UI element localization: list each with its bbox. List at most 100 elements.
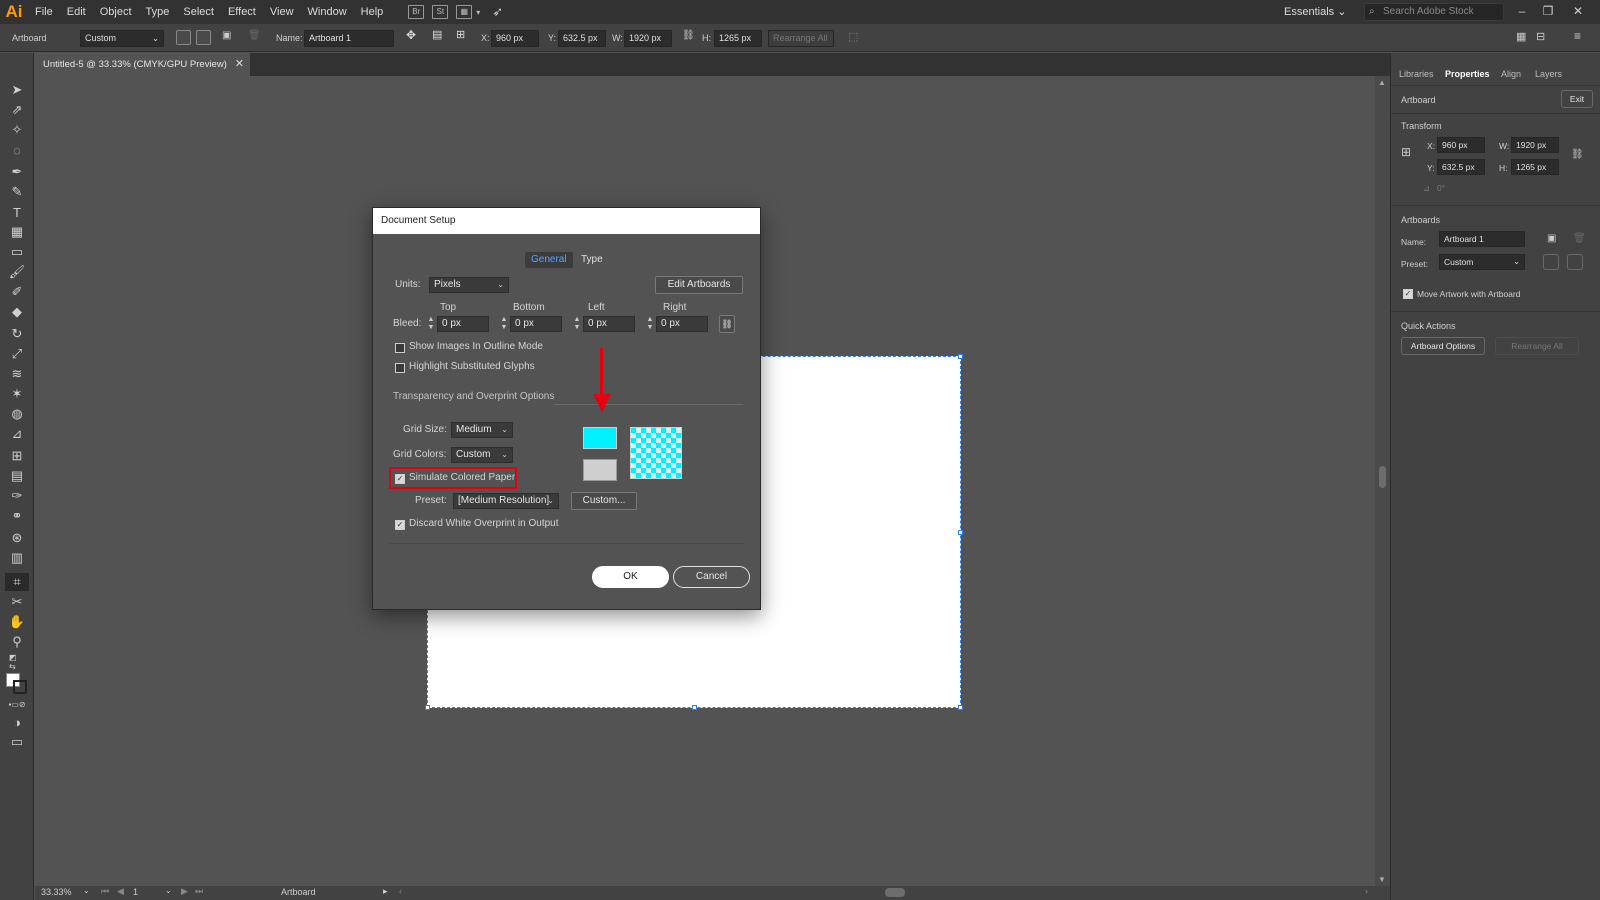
portrait-icon[interactable] — [176, 30, 191, 45]
stepper-icon[interactable]: ▲ ▼ — [646, 316, 654, 332]
paintbrush-tool-icon[interactable]: 🖌 — [9, 264, 26, 279]
bleed-bottom-field[interactable]: 0 px — [510, 316, 562, 332]
search-adobe-stock-input[interactable]: ⌕ Search Adobe Stock — [1364, 3, 1504, 21]
move-artwork-icon[interactable]: ✥ — [406, 28, 421, 43]
eyedropper-tool-icon[interactable]: ✑ — [9, 488, 25, 503]
units-select[interactable]: Pixels ⌄ — [429, 277, 509, 293]
artboard-handle[interactable] — [425, 705, 430, 710]
eraser-tool-icon[interactable]: ◆ — [9, 304, 25, 319]
stepper-icon[interactable]: ▲ ▼ — [500, 316, 508, 332]
scroll-up-icon[interactable]: ▲ — [1378, 78, 1386, 87]
landscape-icon[interactable] — [196, 30, 211, 45]
scroll-left-icon[interactable]: ‹ — [399, 886, 402, 896]
bleed-top-field[interactable]: 0 px — [437, 316, 489, 332]
horizontal-scrollbar-thumb[interactable] — [885, 888, 905, 897]
show-images-outline-checkbox[interactable] — [395, 343, 405, 353]
transform-y-field[interactable]: 632.5 px — [1437, 159, 1485, 175]
close-icon[interactable]: ✕ — [235, 53, 244, 76]
tab-properties[interactable]: Properties — [1445, 67, 1490, 81]
menu-window[interactable]: Window — [301, 0, 354, 24]
cancel-button[interactable]: Cancel — [673, 566, 750, 588]
status-menu-icon[interactable]: ▸ — [383, 886, 388, 897]
tab-layers[interactable]: Layers — [1535, 67, 1562, 81]
arrange-icon[interactable]: ▦ — [1516, 30, 1526, 43]
ok-button[interactable]: OK — [592, 566, 669, 588]
slice-tool-icon[interactable]: ✂ — [9, 594, 25, 609]
artboard-options-button[interactable]: Artboard Options — [1401, 337, 1485, 355]
previous-artboard-icon[interactable]: ◀ — [117, 886, 124, 897]
artboard-handle[interactable] — [692, 705, 697, 710]
chevron-down-icon[interactable]: ⌄ — [83, 886, 90, 895]
curvature-tool-icon[interactable]: ✎ — [9, 184, 25, 199]
link-icon[interactable]: ⛓ — [682, 30, 695, 41]
h-field[interactable]: 1265 px — [714, 30, 762, 47]
symbol-sprayer-tool-icon[interactable]: ⊛ — [9, 530, 25, 545]
perspective-grid-tool-icon[interactable]: ⊿ — [9, 426, 25, 441]
direct-selection-tool-icon[interactable]: ⇗ — [9, 102, 25, 117]
highlight-glyphs-checkbox[interactable] — [395, 363, 405, 373]
menu-effect[interactable]: Effect — [221, 0, 263, 24]
table-icon[interactable]: ▦ — [9, 224, 25, 239]
type-tool-icon[interactable]: T — [9, 205, 25, 220]
menu-help[interactable]: Help — [354, 0, 391, 24]
tab-type[interactable]: Type — [575, 252, 609, 268]
edit-artboards-button[interactable]: Edit Artboards — [655, 276, 743, 294]
rearrange-all-button[interactable]: Rearrange All — [1495, 337, 1579, 355]
panel-menu-icon[interactable]: ≡ — [1574, 29, 1581, 43]
artboard-options-icon[interactable]: ▤ — [432, 28, 447, 43]
artboard-number[interactable]: 1 — [133, 887, 138, 897]
minimize-icon[interactable]: – — [1510, 0, 1534, 24]
selection-tool-icon[interactable]: ➤ — [9, 82, 25, 97]
last-artboard-icon[interactable]: ⏭ — [195, 886, 203, 897]
portrait-icon[interactable] — [1543, 254, 1559, 270]
shaper-tool-icon[interactable]: ✐ — [9, 284, 25, 299]
chevron-down-icon[interactable]: ▾ — [476, 8, 480, 17]
discard-white-overprint-checkbox[interactable]: ✓ — [395, 520, 405, 530]
bleed-left-field[interactable]: 0 px — [583, 316, 635, 332]
scale-tool-icon[interactable]: ⤢ — [9, 346, 25, 361]
tab-libraries[interactable]: Libraries — [1399, 67, 1434, 81]
menu-file[interactable]: File — [28, 0, 60, 24]
gradient-tool-icon[interactable]: ▤ — [9, 468, 25, 483]
new-artboard-icon[interactable]: ▣ — [222, 30, 237, 45]
stepper-icon[interactable]: ▲ ▼ — [427, 316, 435, 332]
grid-color-bottom-swatch[interactable] — [583, 459, 617, 481]
move-artwork-checkbox[interactable]: ✓ — [1403, 289, 1413, 299]
stroke-swatch[interactable] — [13, 680, 27, 694]
transform-w-field[interactable]: 1920 px — [1511, 137, 1559, 153]
menu-type[interactable]: Type — [139, 0, 177, 24]
bleed-right-field[interactable]: 0 px — [656, 316, 708, 332]
artboard-handle[interactable] — [958, 530, 963, 535]
w-field[interactable]: 1920 px — [624, 30, 672, 47]
pen-tool-icon[interactable]: ✒ — [9, 164, 25, 179]
grid-size-select[interactable]: Medium ⌄ — [451, 422, 513, 438]
first-artboard-icon[interactable]: ⏮ — [101, 886, 109, 897]
link-bleed-icon[interactable]: ⛓ — [719, 315, 735, 333]
grid-color-top-swatch[interactable] — [583, 427, 617, 449]
menu-edit[interactable]: Edit — [60, 0, 93, 24]
chevron-down-icon[interactable]: ⌄ — [165, 886, 172, 895]
shape-builder-tool-icon[interactable]: ◍ — [9, 406, 25, 421]
transform-x-field[interactable]: 960 px — [1437, 137, 1485, 153]
custom-button[interactable]: Custom... — [571, 492, 637, 510]
y-field[interactable]: 632.5 px — [558, 30, 606, 47]
menu-view[interactable]: View — [263, 0, 301, 24]
reference-point-icon[interactable]: ⊞ — [1401, 145, 1411, 159]
color-none-icon[interactable]: ▪▭⊘ — [8, 697, 25, 711]
exit-button[interactable]: Exit — [1561, 90, 1593, 108]
preset-select[interactable]: [Medium Resolution] ⌄ — [453, 493, 559, 509]
scroll-down-icon[interactable]: ▼ — [1378, 875, 1386, 884]
link-icon[interactable]: ⛓ — [1571, 149, 1584, 160]
document-tab[interactable]: Untitled-5 @ 33.33% (CMYK/GPU Preview) ✕ — [35, 53, 250, 76]
stepper-icon[interactable]: ▲ ▼ — [573, 316, 581, 332]
warp-tool-icon[interactable]: ≋ — [9, 366, 25, 381]
rearrange-all-button[interactable]: Rearrange All — [768, 30, 834, 47]
transform-h-field[interactable]: 1265 px — [1511, 159, 1559, 175]
zoom-level[interactable]: 33.33% — [41, 887, 72, 897]
bridge-icon[interactable]: Br — [408, 5, 425, 19]
delete-artboard-icon[interactable]: 🗑 — [248, 30, 263, 45]
artboard-preset-select[interactable]: Custom ⌄ — [80, 30, 164, 47]
scroll-right-icon[interactable]: › — [1365, 886, 1368, 896]
rotate-tool-icon[interactable]: ↻ — [9, 326, 25, 341]
puppet-warp-tool-icon[interactable]: ✶ — [9, 386, 25, 401]
